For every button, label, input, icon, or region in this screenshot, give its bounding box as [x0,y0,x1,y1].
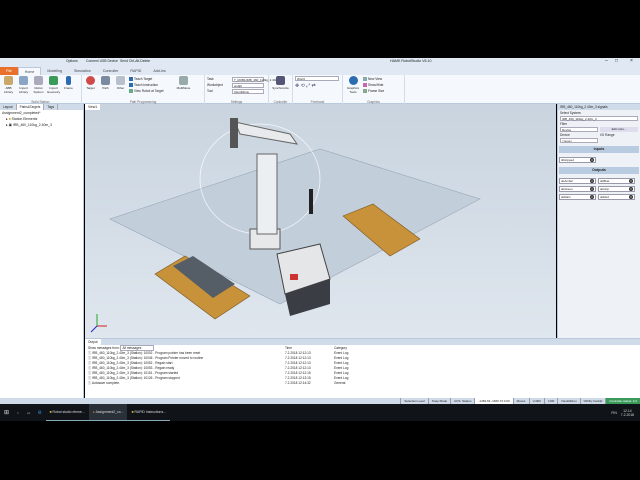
eye-icon [348,76,358,85]
led-icon [629,179,633,183]
send-ctrl-alt-del-button[interactable]: Send Ctrl-Alt-Delete [120,59,150,63]
start-icon[interactable]: ⊞ [0,404,13,421]
search-icon[interactable]: ⌕ [13,404,23,421]
tab-tags[interactable]: Tags [44,104,59,110]
synchronize-button[interactable]: Synchronize [271,76,290,103]
view-robot-at-target-button[interactable]: View Robot at Target [129,88,175,94]
options-menu[interactable]: Options [66,59,78,63]
abb-library-button[interactable]: ABB Library [2,76,15,103]
outputs-header: Outputs [559,167,639,174]
other-button[interactable]: Other [114,76,127,103]
tool-label: Tool [207,89,213,93]
tab-home[interactable]: Home [17,67,42,75]
group-controller: Synchronize Controller [269,75,293,104]
device-select[interactable]: <none> [560,138,598,143]
tab-controller[interactable]: Controller [97,67,125,75]
task-view-icon[interactable]: ▭ [23,404,34,421]
tree-robot[interactable]: ▸ ▣ IRB_460_110kg_2.40m_3 [0,122,83,128]
other-icon [116,76,125,85]
workobject-combo[interactable]: wobj0 [232,82,264,88]
filter-label: Show messages from: [88,346,120,350]
tab-modeling[interactable]: Modeling [41,67,68,75]
group-graphics: Graphics Tools New View Show/Hide Frame … [343,75,405,104]
message: ⓘ Autosave complete. [88,381,120,385]
signal-digripped[interactable]: diGripped [559,157,596,163]
led-icon [590,158,594,162]
import-library-button[interactable]: Import Library [17,76,30,103]
output-row[interactable]: ⓘ Autosave complete. 7.2.2018 12:14:32 Gen… [85,381,640,386]
led-icon [590,187,594,191]
taskbar-app-explorer[interactable]: ■ Robot studio eleme... [45,404,89,421]
group-build-station: ABB Library Import Library Robot System … [0,75,82,104]
layout-panel: Layout Paths&Targets Tags Assignment2_co… [0,104,84,398]
taskbar-app-pdf[interactable]: ■ RAPID Instructions... [127,404,170,421]
led-icon [590,195,594,199]
io-range-label: I/O Range [600,133,615,137]
frame-icon [66,76,71,85]
output-panel: Output Show messages from: All messages … [85,338,640,398]
ribbon: ABB Library Import Library Robot System … [0,75,640,104]
multimove-icon [179,76,188,85]
tab-rapid[interactable]: RAPID [124,67,147,75]
led-icon [590,179,594,183]
minimize-button[interactable]: – [605,58,608,64]
tab-add-ins[interactable]: Add-Ins [147,67,171,75]
target-button[interactable]: Target [84,76,97,103]
edge-icon[interactable]: e [34,404,45,421]
robot-system-button[interactable]: Robot System [32,76,45,103]
3d-viewport[interactable]: View1 [85,104,556,338]
led-icon [629,187,633,191]
device-label: Device [560,133,570,137]
synchronize-icon [276,76,285,85]
geometry-icon [49,76,58,85]
scene [90,118,481,333]
robot-icon [34,76,43,85]
reference-combo[interactable]: World [295,76,339,81]
multimove-button[interactable]: MultiMove [177,76,190,103]
led-icon [629,195,633,199]
signal-dogreen[interactable]: doGreen [559,186,596,192]
time: 7.2.2018 12:14:32 [285,381,311,385]
frame-button[interactable]: Frame [62,76,75,103]
signal-doamber[interactable]: doAmber [559,178,596,184]
clock[interactable]: 12.14 7.2.2018 [621,409,640,417]
inputs-header: Inputs [559,146,639,153]
signal-dogrip[interactable]: doGrip [598,186,635,192]
signal-dorain[interactable]: doRain [559,194,596,200]
taskbar-app-robotstudio[interactable]: ● Assignment2_co... [88,404,128,421]
tab-simulation[interactable]: Simulation [68,67,97,75]
taskbar: ⊞ ⌕ ▭ e ■ Robot studio eleme... ● Assign… [0,404,640,421]
task-combo[interactable]: T_ROB1(IRB_460_110kg_2.40m_3) [232,76,282,82]
close-button[interactable]: × [630,58,633,64]
tab-file[interactable]: File [0,67,18,75]
frame-size-button[interactable]: Frame Size [363,88,384,94]
import-icon [19,76,28,85]
window-title: HAMK RobotStudio V6.10 [390,59,432,63]
group-freehand: World ✥ ⟲ ⤢ ⇄ Freehand [293,75,343,104]
library-icon [4,76,13,85]
freehand-tools-icon[interactable]: ✥ ⟲ ⤢ ⇄ [295,83,340,89]
path-icon [101,76,110,85]
signals-panel: IRB_460_110kg_2.40m_3 signals Select Sys… [557,104,640,338]
import-geometry-button[interactable]: Import Geometry [47,76,60,103]
language-indicator[interactable]: FIN [611,411,620,415]
signal-dored[interactable]: doRed [598,194,635,200]
signal-doblue[interactable]: doBlue [598,178,635,184]
tool-combo[interactable]: tVenttiiliimu [232,88,264,94]
connect-usb-button[interactable]: Connect USB Device [86,59,118,63]
group-settings: Task T_ROB1(IRB_460_110kg_2.40m_3) Workob… [205,75,282,104]
group-path-programming: Target Path Other Teach Target Teach Ins… [82,75,205,104]
path-button[interactable]: Path [99,76,112,103]
axis-gizmo-icon [90,314,107,333]
maximize-button[interactable]: □ [615,58,618,64]
folder-icon: ■ [8,117,11,121]
ribbon-tabs: File Home Modeling Simulation Controller… [0,67,640,75]
target-icon [86,76,95,85]
tab-output[interactable]: Output [85,339,101,345]
category: General [334,381,346,385]
graphics-tools-button[interactable]: Graphics Tools [345,76,361,103]
title-bar: Options Connect USB Device Send Ctrl-Alt… [0,58,640,67]
